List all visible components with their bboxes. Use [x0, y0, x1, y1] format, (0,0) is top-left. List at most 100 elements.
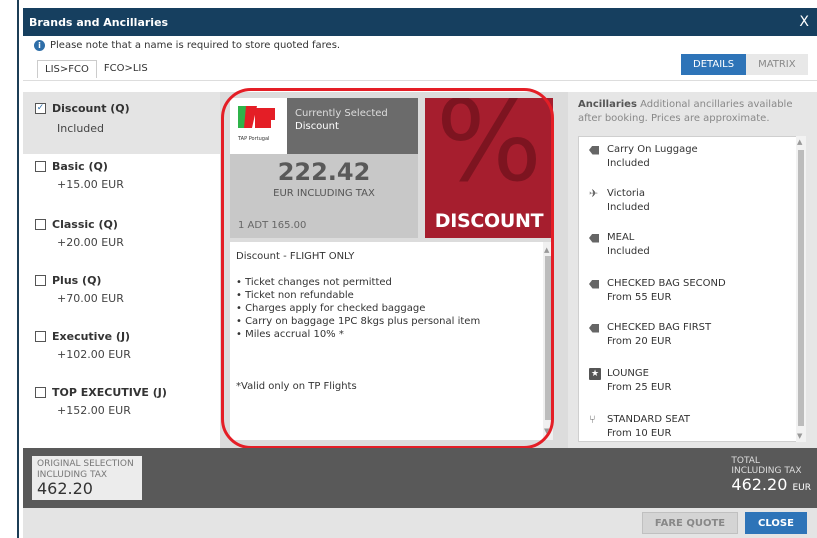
brands-ancillaries-dialog: Brands and Ancillaries X i Please note t… — [23, 0, 817, 538]
name-required-notice: i Please note that a name is required to… — [34, 40, 340, 51]
ancillary-item[interactable]: CHECKED BAG SECOND From 55 EUR — [589, 277, 726, 305]
ancillary-detail: From 20 EUR — [607, 336, 672, 347]
tag-icon — [589, 279, 599, 289]
scrollbar-thumb[interactable] — [798, 150, 804, 426]
ancillary-name: STANDARD SEAT — [607, 414, 691, 425]
scrollbar-thumb[interactable] — [545, 256, 551, 420]
close-icon[interactable]: X — [799, 14, 809, 30]
description-scrollbar[interactable]: ▲ ▼ — [543, 242, 553, 440]
tag-icon — [589, 145, 599, 155]
brand-image: % DISCOUNT — [425, 98, 553, 238]
description-heading: Discount - FLIGHT ONLY — [236, 251, 355, 262]
divider — [23, 80, 817, 81]
currently-selected-label: Currently Selected — [295, 108, 388, 119]
scroll-down-icon[interactable]: ▼ — [797, 432, 802, 440]
total-box: TOTAL INCLUDING TAX 462.20 EUR — [731, 456, 811, 497]
ancillary-item[interactable]: ✈ Victoria Included — [589, 187, 650, 215]
fare-option-discount[interactable]: ✓ Discount (Q) Included — [23, 92, 220, 154]
passenger-fare-line: 1 ADT 165.00 — [238, 220, 307, 231]
dialog-title: Brands and Ancillaries — [29, 15, 169, 29]
checkbox-icon[interactable] — [35, 161, 46, 172]
percent-icon: % — [435, 98, 543, 207]
currently-selected-box: Currently Selected Discount — [287, 98, 418, 154]
ancillary-detail: From 25 EUR — [607, 382, 672, 393]
ancillary-name: MEAL — [607, 232, 635, 243]
notice-text: Please note that a name is required to s… — [50, 40, 341, 51]
ancillary-detail: Included — [607, 246, 650, 257]
fare-name: Classic (Q) — [52, 218, 118, 231]
total-label: TOTAL — [731, 456, 760, 466]
fare-price: +70.00 EUR — [57, 292, 124, 305]
tag-icon — [589, 323, 599, 333]
total-value: 462.20 — [731, 475, 788, 494]
info-icon: i — [34, 40, 45, 51]
checkbox-icon[interactable] — [35, 331, 46, 342]
fare-price: Included — [57, 122, 105, 135]
fare-option-executive[interactable]: Executive (J) +102.00 EUR — [35, 330, 131, 361]
fare-name: Executive (J) — [52, 330, 131, 343]
svg-text:TAP Portugal: TAP Portugal — [237, 136, 269, 142]
ancillary-name: LOUNGE — [607, 368, 649, 379]
fare-option-basic[interactable]: Basic (Q) +15.00 EUR — [35, 160, 124, 191]
tab-matrix[interactable]: MATRIX — [746, 54, 808, 75]
tap-logo-icon: TAP Portugal — [237, 106, 275, 142]
fare-quote-button[interactable]: FARE QUOTE — [642, 512, 738, 534]
original-selection-box: ORIGINAL SELECTION INCLUDING TAX 462.20 — [32, 456, 142, 500]
ancillaries-title: Ancillaries — [578, 99, 637, 110]
ancillaries-panel: Ancillaries Additional ancillaries avail… — [568, 92, 817, 448]
brand-image-label: DISCOUNT — [434, 210, 544, 232]
checkbox-icon[interactable] — [35, 275, 46, 286]
view-tabs: DETAILS MATRIX — [681, 54, 808, 75]
total-currency: EUR — [792, 483, 811, 493]
ancillary-detail: From 55 EUR — [607, 292, 672, 303]
tab-fco-lis[interactable]: FCO>LIS — [97, 60, 155, 78]
selected-brand-name: Discount — [295, 121, 339, 132]
fare-name: Basic (Q) — [52, 160, 108, 173]
ancillaries-scrollbar[interactable]: ▲ ▼ — [796, 136, 806, 442]
fare-name: Plus (Q) — [52, 274, 102, 287]
fare-price: +15.00 EUR — [57, 178, 124, 191]
fare-name: TOP EXECUTIVE (J) — [52, 386, 167, 399]
fare-option-classic[interactable]: Classic (Q) +20.00 EUR — [35, 218, 124, 249]
close-button[interactable]: CLOSE — [745, 512, 807, 534]
dialog-titlebar: Brands and Ancillaries X — [23, 8, 817, 36]
scroll-down-icon[interactable]: ▼ — [544, 425, 549, 438]
checkbox-checked-icon[interactable]: ✓ — [35, 103, 46, 114]
tag-icon — [589, 233, 599, 243]
fare-price: +102.00 EUR — [57, 348, 131, 361]
fare-option-plus[interactable]: Plus (Q) +70.00 EUR — [35, 274, 124, 305]
ancillaries-header: Ancillaries Additional ancillaries avail… — [578, 98, 813, 126]
ancillary-detail: Included — [607, 202, 650, 213]
description-bullet: • Ticket non refundable — [236, 290, 354, 301]
checkbox-icon[interactable] — [35, 387, 46, 398]
ancillaries-list: Carry On Luggage Included ✈ Victoria Incl… — [578, 136, 806, 442]
plane-icon: ✈ — [589, 187, 599, 200]
description-bullet: • Miles accrual 10% * — [236, 329, 344, 340]
selected-fare-summary: TAP Portugal Currently Selected Discount… — [230, 98, 418, 238]
ancillary-name: CHECKED BAG FIRST — [607, 322, 712, 333]
dialog-footer: FARE QUOTE CLOSE — [23, 508, 817, 538]
background-window-edge — [0, 0, 23, 538]
ancillary-item[interactable]: ⑂ STANDARD SEAT From 10 EUR — [589, 413, 690, 441]
ancillary-item[interactable]: CHECKED BAG FIRST From 20 EUR — [589, 321, 711, 349]
ancillary-detail: From 10 EUR — [607, 428, 672, 439]
tab-lis-fco[interactable]: LIS>FCO — [37, 60, 97, 78]
description-bullet: • Charges apply for checked baggage — [236, 303, 426, 314]
totals-bar: ORIGINAL SELECTION INCLUDING TAX 462.20 … — [23, 448, 817, 508]
fare-price: +20.00 EUR — [57, 236, 124, 249]
original-selection-label: ORIGINAL SELECTION — [37, 459, 134, 469]
scroll-up-icon[interactable]: ▲ — [797, 138, 802, 146]
ancillary-item[interactable]: ★ LOUNGE From 25 EUR — [589, 367, 671, 395]
ancillary-name: Carry On Luggage — [607, 144, 698, 155]
fare-option-top-executive[interactable]: TOP EXECUTIVE (J) +152.00 EUR — [35, 386, 167, 417]
description-bullet: • Carry on baggage 1PC 8kgs plus persona… — [236, 316, 481, 327]
seat-icon: ⑂ — [589, 413, 596, 426]
ancillary-item[interactable]: Carry On Luggage Included — [589, 143, 698, 171]
description-footnote: *Valid only on TP Flights — [236, 381, 357, 392]
checkbox-icon[interactable] — [35, 219, 46, 230]
ancillary-item[interactable]: MEAL Included — [589, 231, 650, 259]
tab-details[interactable]: DETAILS — [681, 54, 747, 75]
ancillary-detail: Included — [607, 158, 650, 169]
fare-detail-panel: TAP Portugal Currently Selected Discount… — [220, 92, 568, 448]
route-tabs: LIS>FCO FCO>LIS — [37, 60, 155, 78]
